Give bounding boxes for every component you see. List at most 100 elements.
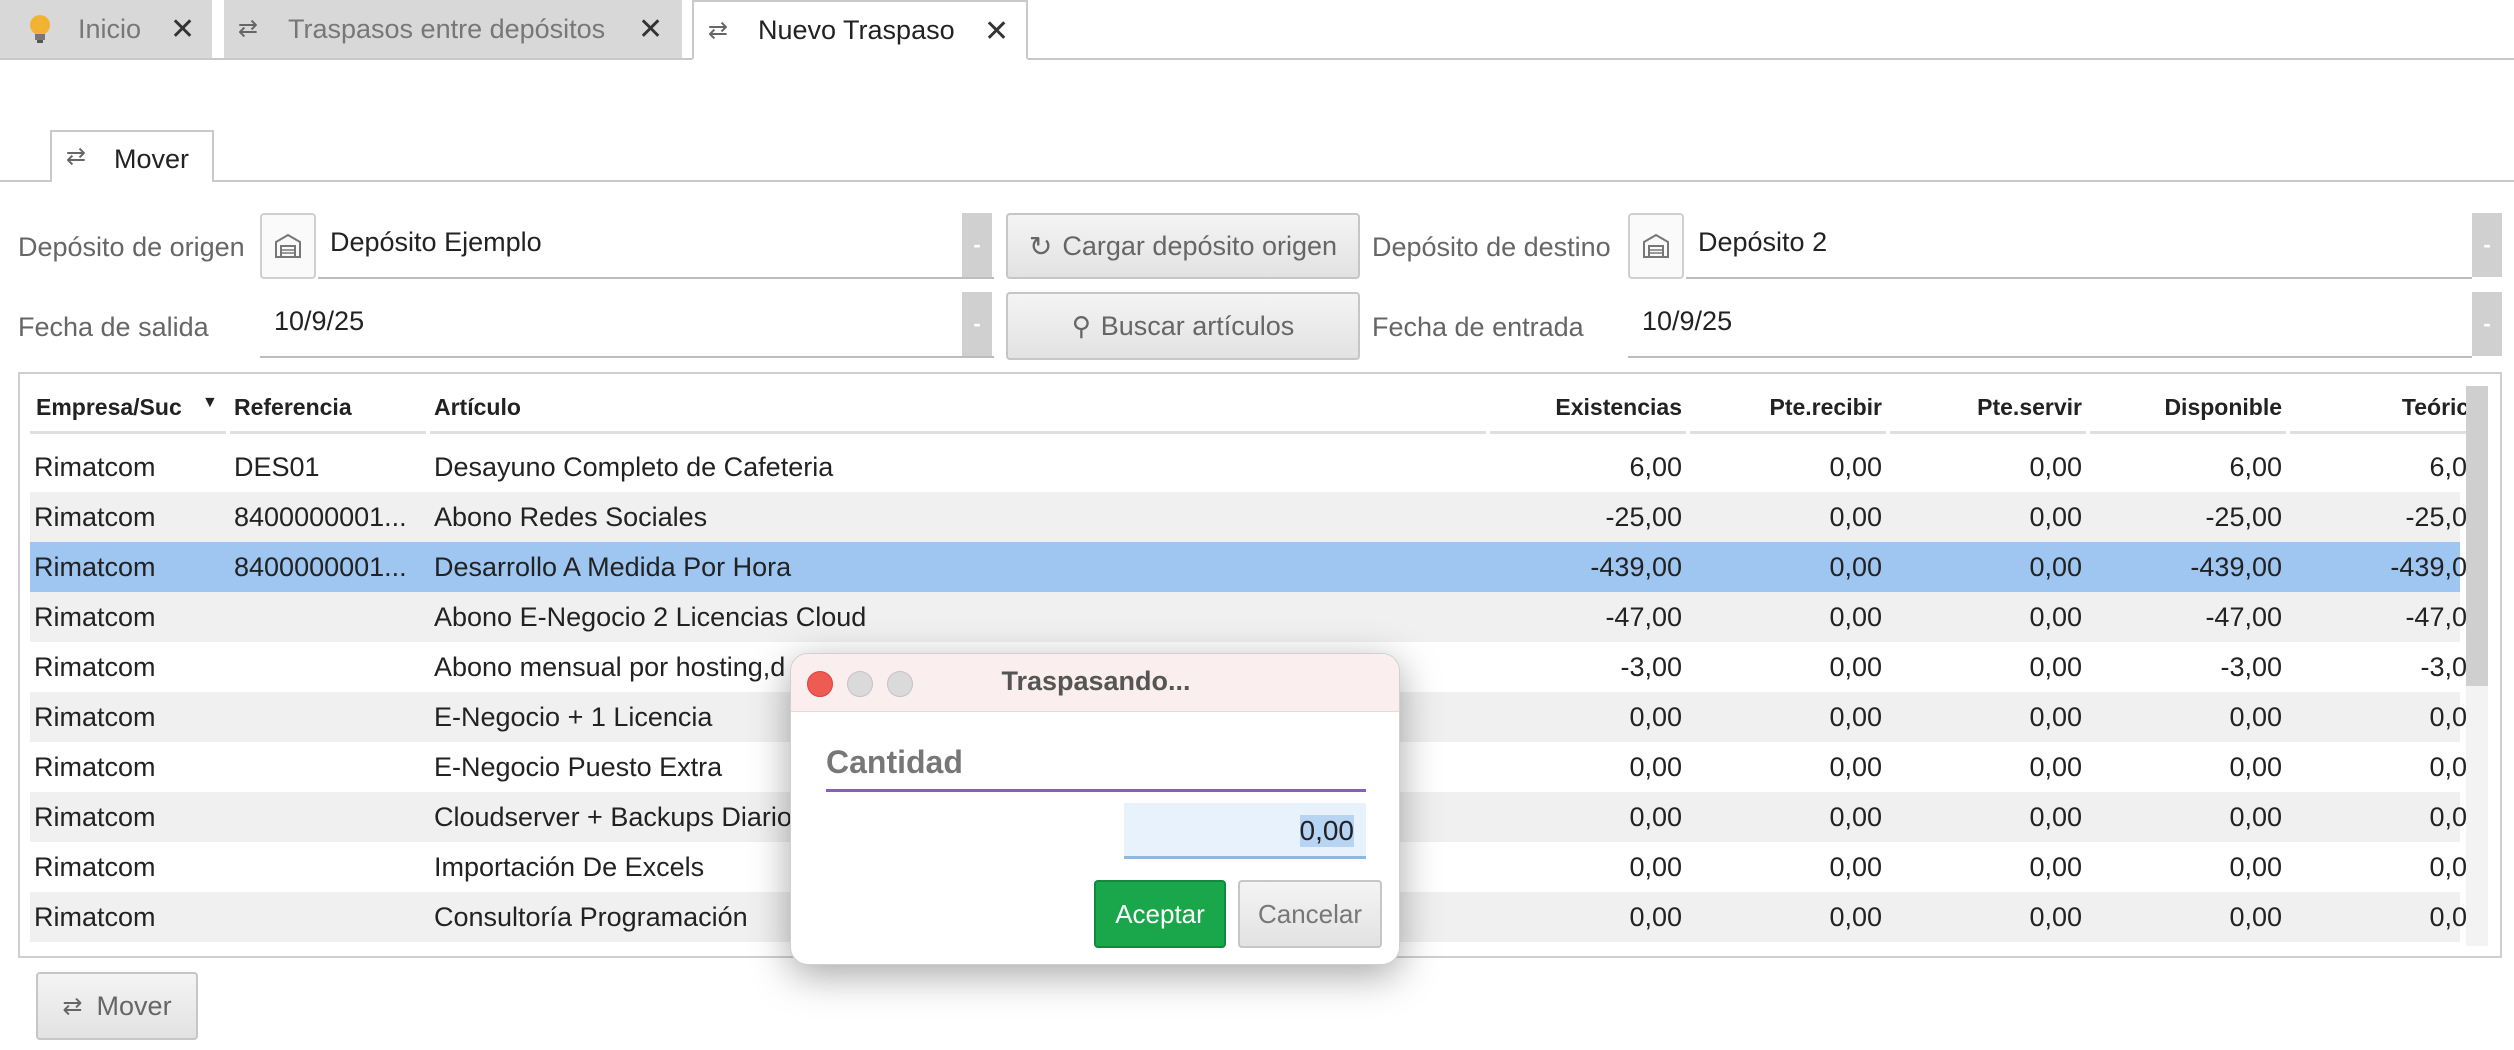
cell-disponible: -25,00 — [2205, 502, 2282, 532]
cell-existencias: 0,00 — [1629, 802, 1682, 832]
clear-in-date-button[interactable]: - — [2472, 292, 2502, 356]
clear-out-date-button[interactable]: - — [962, 292, 992, 356]
cell-disponible: 0,00 — [2229, 702, 2282, 732]
column-header-teorica[interactable]: Teórica — [2290, 394, 2486, 434]
search-articles-button[interactable]: ⚲ Buscar artículos — [1006, 292, 1360, 360]
column-header-articulo[interactable]: Artículo — [430, 394, 1486, 434]
dest-field[interactable]: Depósito 2 — [1686, 213, 2472, 279]
transfer-icon: ⇄ — [708, 17, 729, 44]
dest-value: Depósito 2 — [1698, 227, 1828, 257]
cell-existencias: 0,00 — [1629, 702, 1682, 732]
table-row[interactable]: Rimatcom DES01 Desayuno Completo de Cafete… — [30, 442, 2482, 492]
cell-pte-servir: 0,00 — [2029, 852, 2082, 882]
origin-value: Depósito Ejemplo — [330, 227, 542, 257]
cell-empresa: Rimatcom — [34, 802, 156, 832]
cell-existencias: 0,00 — [1629, 902, 1682, 932]
cell-empresa: Rimatcom — [34, 502, 156, 532]
column-header-existencias[interactable]: Existencias — [1490, 394, 1686, 434]
cell-pte-recibir: 0,00 — [1829, 602, 1882, 632]
column-header-referencia[interactable]: Referencia — [230, 394, 426, 434]
in-date-field[interactable]: 10/9/25 — [1628, 292, 2472, 358]
table-row[interactable]: Rimatcom 8400000001... Abono Redes Sociale… — [30, 492, 2482, 542]
cell-pte-recibir: 0,00 — [1829, 552, 1882, 582]
in-date-label: Fecha de entrada — [1372, 312, 1584, 342]
accept-button[interactable]: Aceptar — [1094, 880, 1226, 948]
close-icon[interactable]: ✕ — [984, 14, 1009, 49]
subtab-divider — [0, 180, 2514, 182]
cell-referencia: DES01 — [234, 452, 320, 482]
column-header-pte-servir[interactable]: Pte.servir — [1890, 394, 2086, 434]
move-button-label: Mover — [96, 990, 172, 1021]
cell-articulo: Desayuno Completo de Cafeteria — [434, 452, 834, 482]
move-button[interactable]: ⇄ Mover — [36, 972, 198, 1040]
cell-empresa: Rimatcom — [34, 702, 156, 732]
table-row[interactable]: Rimatcom 8400000001... Desarrollo A Medida… — [30, 542, 2482, 592]
column-header-empresa[interactable]: Empresa/Suc ▼ — [30, 394, 226, 434]
transfer-icon: ⇄ — [62, 992, 83, 1020]
cell-referencia: 8400000001... — [234, 502, 407, 532]
origin-field[interactable]: Depósito Ejemplo — [318, 213, 994, 279]
cell-empresa: Rimatcom — [34, 652, 156, 682]
cell-pte-servir: 0,00 — [2029, 602, 2082, 632]
tab-inicio[interactable]: Inicio ✕ — [0, 0, 212, 58]
cell-referencia — [230, 692, 430, 742]
cell-disponible: -47,00 — [2205, 602, 2282, 632]
load-origin-button[interactable]: ↻ Cargar depósito origen — [1006, 213, 1360, 279]
origin-label: Depósito de origen — [18, 232, 245, 262]
transfer-dialog: Traspasando... Cantidad 0,00 Aceptar Can… — [790, 653, 1400, 965]
cell-existencias: 0,00 — [1629, 752, 1682, 782]
dialog-titlebar: Traspasando... — [791, 654, 1399, 712]
cell-existencias: -47,00 — [1605, 602, 1682, 632]
cell-existencias: -439,00 — [1590, 552, 1682, 582]
cell-teorica: -47,00 — [2405, 602, 2482, 632]
cell-disponible: 0,00 — [2229, 902, 2282, 932]
transfer-icon: ⇄ — [66, 143, 87, 170]
warehouse-icon — [1643, 234, 1669, 258]
close-icon[interactable]: ✕ — [638, 12, 663, 47]
dialog-title: Traspasando... — [1001, 666, 1191, 696]
cell-articulo: Abono E-Negocio 2 Licencias Cloud — [434, 602, 867, 632]
vertical-scrollbar[interactable] — [2466, 386, 2488, 946]
tab-nuevo-traspaso[interactable]: ⇄ Nuevo Traspaso ✕ — [692, 0, 1028, 60]
column-header-pte-recibir[interactable]: Pte.recibir — [1690, 394, 1886, 434]
cancel-button[interactable]: Cancelar — [1238, 880, 1382, 948]
cell-teorica: 0,00 — [2429, 752, 2482, 782]
column-header-disponible[interactable]: Disponible — [2090, 394, 2286, 434]
cell-pte-servir: 0,00 — [2029, 702, 2082, 732]
cell-articulo: Desarrollo A Medida Por Hora — [434, 552, 792, 582]
cell-referencia — [230, 742, 430, 792]
cell-pte-recibir: 0,00 — [1829, 502, 1882, 532]
cell-pte-servir: 0,00 — [2029, 552, 2082, 582]
cell-pte-recibir: 0,00 — [1829, 652, 1882, 682]
scrollbar-thumb[interactable] — [2466, 386, 2488, 686]
lightbulb-icon — [30, 15, 50, 43]
cell-pte-recibir: 0,00 — [1829, 452, 1882, 482]
cell-pte-recibir: 0,00 — [1829, 802, 1882, 832]
cell-referencia — [230, 842, 430, 892]
refresh-icon: ↻ — [1028, 230, 1053, 262]
cell-existencias: 6,00 — [1629, 452, 1682, 482]
cell-disponible: 0,00 — [2229, 802, 2282, 832]
warehouse-picker-button[interactable] — [260, 213, 316, 279]
cell-teorica: 6,00 — [2429, 452, 2482, 482]
out-date-field[interactable]: 10/9/25 — [260, 292, 994, 358]
subtab-mover[interactable]: ⇄ Mover — [50, 130, 214, 182]
tab-traspasos[interactable]: ⇄ Traspasos entre depósitos ✕ — [224, 0, 682, 58]
table-row[interactable]: Rimatcom Abono E-Negocio 2 Licencias Clou… — [30, 592, 2482, 642]
search-articles-label: Buscar artículos — [1100, 310, 1295, 341]
in-date-value: 10/9/25 — [1642, 306, 1733, 336]
cell-articulo: Abono Redes Sociales — [434, 502, 708, 532]
cell-pte-servir: 0,00 — [2029, 502, 2082, 532]
close-icon[interactable]: ✕ — [170, 12, 195, 47]
out-date-label: Fecha de salida — [18, 312, 209, 342]
quantity-input[interactable]: 0,00 — [1124, 803, 1366, 859]
cell-pte-recibir: 0,00 — [1829, 902, 1882, 932]
cell-existencias: -25,00 — [1605, 502, 1682, 532]
tab-label: Traspasos entre depósitos — [288, 13, 606, 44]
clear-origin-button[interactable]: - — [962, 213, 992, 277]
clear-dest-button[interactable]: - — [2472, 213, 2502, 277]
cell-teorica: 0,00 — [2429, 702, 2482, 732]
quantity-value: 0,00 — [1299, 815, 1354, 847]
warehouse-picker-button[interactable] — [1628, 213, 1684, 279]
cell-pte-recibir: 0,00 — [1829, 752, 1882, 782]
